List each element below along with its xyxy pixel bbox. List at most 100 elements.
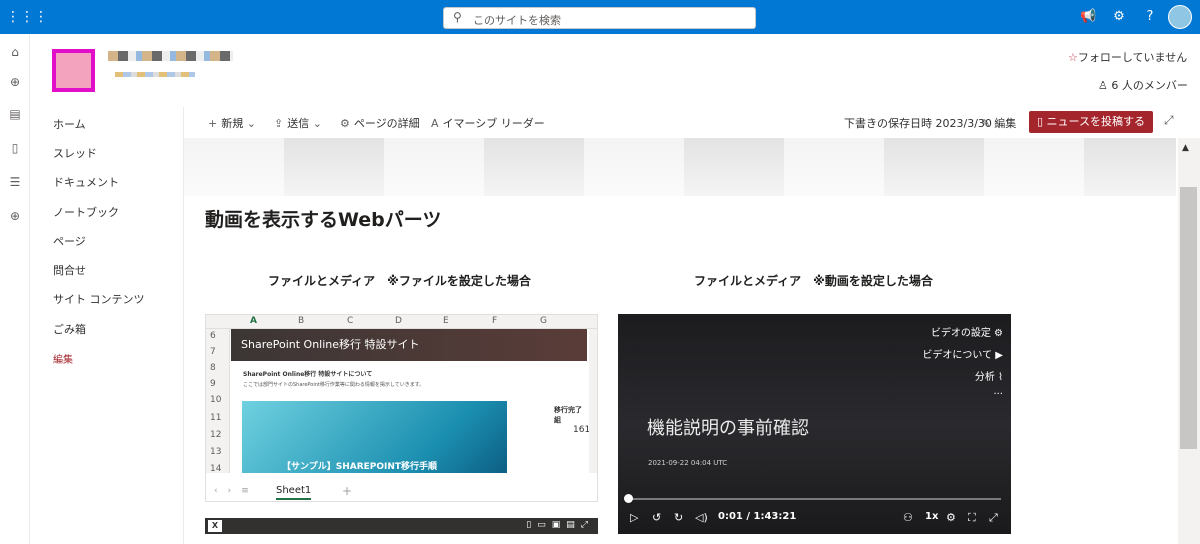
pencil-icon: ✎: [981, 117, 991, 130]
add-icon[interactable]: ⊕: [7, 208, 23, 224]
embed-heading: SharePoint Online移行 特設サイトについて: [243, 371, 373, 378]
embed-side-label: 移行完了組: [554, 406, 582, 424]
column-header[interactable]: F: [492, 316, 497, 326]
row-header[interactable]: 9: [210, 379, 216, 389]
video-progress-handle[interactable]: [624, 494, 633, 503]
news-icon: ▯: [1036, 115, 1047, 128]
sheet-scrollbar[interactable]: [589, 329, 597, 473]
globe-icon[interactable]: ⊕: [7, 74, 23, 90]
video-time: 0:01 / 1:43:21: [718, 511, 797, 522]
row-header[interactable]: 7: [210, 347, 216, 357]
column-header[interactable]: B: [298, 316, 304, 326]
video-player[interactable]: ビデオの設定 ⚙ ビデオについて ▶ 分析 ⌇ ... 機能説明の事前確認 20…: [618, 314, 1011, 534]
forward-icon[interactable]: ↻: [674, 511, 683, 524]
row-header[interactable]: 14: [210, 464, 221, 474]
share-icon: ⇪: [274, 117, 284, 130]
megaphone-icon[interactable]: 📢: [1080, 9, 1096, 25]
search-icon: ⚲: [453, 10, 462, 24]
popout-icon[interactable]: ⤢: [989, 511, 998, 525]
list-icon[interactable]: ☰: [7, 174, 23, 190]
excel-footer-tools[interactable]: ▯▭▣▤⤢: [526, 520, 594, 530]
post-news-button[interactable]: ▯ ニュースを投稿する: [1029, 111, 1153, 133]
settings-icon: ⚙: [994, 328, 1003, 339]
embed-side-value: 161: [573, 425, 591, 435]
send-button[interactable]: ⇪ 送信 ⌄: [274, 115, 326, 131]
nav-edit-link[interactable]: 編集: [53, 351, 73, 366]
sheet-nav-arrows[interactable]: ‹›≡: [214, 486, 259, 496]
rewind-icon[interactable]: ↺: [652, 511, 661, 524]
excel-viewer[interactable]: A B C D E F G 6 7 8 9 10 11 12 13 14 Sha…: [205, 314, 598, 502]
site-title-redacted: [108, 51, 233, 61]
gear-icon[interactable]: ⚙: [1111, 9, 1127, 25]
settings-icon[interactable]: ⚙: [946, 511, 956, 524]
draft-saved-status: 下書きの保存日時 2023/3/30: [844, 117, 992, 130]
nav-item-notebook[interactable]: ノートブック: [53, 204, 119, 220]
playback-speed-button[interactable]: 1x: [925, 511, 938, 522]
edit-button[interactable]: ✎ 編集: [981, 115, 1016, 131]
captions-icon[interactable]: ⚇: [903, 511, 913, 524]
row-header[interactable]: 11: [210, 413, 221, 423]
column-header[interactable]: G: [540, 316, 547, 326]
follow-button[interactable]: ☆フォローしていません: [1068, 49, 1187, 65]
person-icon: ♙: [1098, 79, 1108, 92]
search-placeholder: このサイトを検索: [473, 14, 561, 27]
app-bar: ⌂ ⊕ ▤ ▯ ☰ ⊕: [0, 34, 30, 544]
immersive-reader-button[interactable]: A イマーシブ リーダー: [431, 115, 545, 131]
news-icon[interactable]: ▤: [7, 106, 23, 122]
nav-item-inquiries[interactable]: 問合せ: [53, 262, 86, 278]
column-header[interactable]: A: [250, 316, 257, 326]
video-about-menu[interactable]: ビデオについて ▶: [922, 346, 1003, 361]
video-settings-menu[interactable]: ビデオの設定 ⚙: [931, 324, 1003, 339]
video-progress-bar[interactable]: [628, 498, 1001, 500]
scrollbar-thumb[interactable]: [1180, 187, 1197, 449]
avatar[interactable]: [1168, 5, 1192, 29]
gear-icon: ⚙: [340, 117, 350, 130]
embed-banner-text: 【サンプル】SHAREPOINT移行手順: [282, 462, 438, 472]
nav-item-recycle-bin[interactable]: ごみ箱: [53, 321, 86, 337]
video-analytics-menu[interactable]: 分析 ⌇: [975, 368, 1003, 383]
chevron-down-icon: ⌄: [312, 117, 322, 130]
search-box[interactable]: ⚲ このサイトを検索: [443, 7, 756, 29]
sheet-tab[interactable]: Sheet1: [276, 485, 312, 500]
app-launcher-icon[interactable]: ⋮⋮⋮: [6, 9, 48, 25]
new-button[interactable]: + 新規 ⌄: [208, 115, 260, 131]
column-header[interactable]: C: [347, 316, 353, 326]
suite-bar: ⋮⋮⋮ ⚲ このサイトを検索 📢 ⚙ ?: [0, 0, 1200, 34]
embed-header: SharePoint Online移行 特設サイト: [231, 329, 587, 361]
star-icon: ☆: [1068, 51, 1078, 64]
left-section-heading: ファイルとメディア ※ファイルを設定した場合: [268, 274, 531, 288]
expand-icon[interactable]: ⤢: [1164, 113, 1174, 128]
nav-item-home[interactable]: ホーム: [53, 116, 86, 132]
members-button[interactable]: ♙ 6 人のメンバー: [1098, 77, 1188, 93]
home-icon[interactable]: ⌂: [7, 44, 23, 60]
play-icon[interactable]: ▷: [630, 511, 638, 524]
add-sheet-icon[interactable]: +: [342, 484, 352, 498]
nav-item-pages[interactable]: ページ: [53, 233, 86, 249]
more-options-icon[interactable]: ...: [993, 386, 1003, 397]
volume-icon[interactable]: ◁): [695, 511, 708, 524]
site-subtitle-redacted: [115, 72, 195, 77]
column-header[interactable]: D: [395, 316, 402, 326]
site-logo[interactable]: [52, 49, 95, 92]
excel-footer-bar: X ▯▭▣▤⤢: [205, 518, 598, 534]
page-details-button[interactable]: ⚙ ページの詳細: [340, 115, 420, 131]
fullscreen-icon[interactable]: ⛶: [968, 511, 976, 525]
row-headers: 6 7 8 9 10 11 12 13 14: [206, 329, 230, 474]
document-icon[interactable]: ▯: [7, 140, 23, 156]
plus-icon: +: [208, 117, 218, 130]
nav-item-threads[interactable]: スレッド: [53, 145, 97, 161]
chart-icon: ⌇: [998, 372, 1003, 383]
column-header[interactable]: E: [443, 316, 449, 326]
row-header[interactable]: 13: [210, 447, 221, 457]
embed-banner-image: 【サンプル】SHAREPOINT移行手順: [242, 401, 507, 473]
row-header[interactable]: 8: [210, 363, 216, 373]
embed-description: ここでは部門サイトのSharePoint移行作業等に関わる情報を掲示していきます…: [243, 382, 425, 388]
nav-item-documents[interactable]: ドキュメント: [53, 174, 119, 190]
scroll-up-icon[interactable]: ▲: [1182, 143, 1189, 153]
row-header[interactable]: 12: [210, 430, 221, 440]
row-header[interactable]: 10: [210, 395, 221, 405]
video-title: 機能説明の事前確認: [647, 418, 809, 439]
row-header[interactable]: 6: [210, 331, 216, 341]
help-icon[interactable]: ?: [1142, 9, 1158, 25]
nav-item-site-contents[interactable]: サイト コンテンツ: [53, 291, 145, 307]
